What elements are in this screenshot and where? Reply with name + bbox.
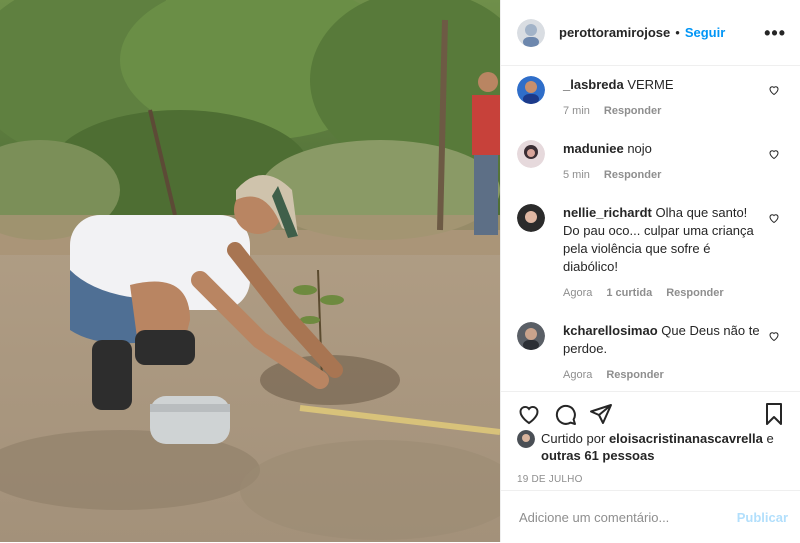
comment-username[interactable]: maduniee bbox=[563, 141, 624, 156]
comment-meta: 7 min Responder bbox=[563, 102, 674, 120]
reply-button[interactable]: Responder bbox=[666, 284, 723, 302]
heart-icon[interactable] bbox=[768, 330, 780, 342]
likes-text: Curtido por eloisacristinanascavrella e … bbox=[541, 430, 786, 464]
comment-meta: Agora Responder bbox=[563, 366, 762, 384]
share-icon[interactable] bbox=[589, 402, 613, 426]
avatar-image bbox=[517, 430, 535, 448]
avatar-image bbox=[517, 18, 545, 47]
comment-username[interactable]: _lasbreda bbox=[563, 77, 624, 92]
comment-icon[interactable] bbox=[553, 402, 577, 426]
comment-item: nellie_richardt Olha que santo! Do pau o… bbox=[517, 204, 786, 302]
add-comment-bar: Publicar bbox=[501, 490, 800, 543]
comment-text: VERME bbox=[627, 77, 674, 92]
heart-icon[interactable] bbox=[768, 148, 780, 160]
likes-prefix: Curtido por bbox=[541, 431, 606, 446]
comment-body: kcharellosimao Que Deus não te perdoe. A… bbox=[563, 322, 762, 384]
likes-conjunction: e bbox=[766, 431, 774, 446]
heart-icon[interactable] bbox=[768, 84, 780, 96]
comment-avatar[interactable] bbox=[517, 76, 545, 104]
heart-icon[interactable] bbox=[517, 402, 541, 426]
separator-dot: • bbox=[675, 25, 680, 40]
avatar-image bbox=[517, 140, 545, 168]
comment-time[interactable]: 7 min bbox=[563, 102, 590, 120]
avatar-image bbox=[517, 204, 545, 232]
follow-button[interactable]: Seguir bbox=[685, 25, 725, 40]
reply-button[interactable]: Responder bbox=[604, 166, 661, 184]
action-icons bbox=[501, 392, 800, 426]
comment-username[interactable]: nellie_richardt bbox=[563, 205, 652, 220]
post-sidebar: perottoramirojose • Seguir ••• _lasbreda… bbox=[500, 0, 800, 542]
avatar-image bbox=[517, 76, 545, 104]
comment-body: _lasbreda VERME 7 min Responder bbox=[563, 76, 674, 120]
comment-item: _lasbreda VERME 7 min Responder bbox=[517, 76, 786, 120]
comment-input[interactable] bbox=[517, 508, 737, 526]
post-actions: Curtido por eloisacristinanascavrella e … bbox=[501, 391, 800, 543]
avatar-image bbox=[517, 322, 545, 350]
heart-icon[interactable] bbox=[768, 212, 780, 224]
comment-likes-count[interactable]: 1 curtida bbox=[606, 284, 652, 302]
post-date[interactable]: 19 DE JULHO bbox=[501, 464, 800, 485]
author-avatar[interactable] bbox=[517, 18, 545, 47]
comments-list: _lasbreda VERME 7 min Responder maduniee… bbox=[501, 76, 800, 384]
comment-time[interactable]: 5 min bbox=[563, 166, 590, 184]
liker-avatar[interactable] bbox=[517, 430, 535, 448]
comment-avatar[interactable] bbox=[517, 204, 545, 232]
photo-illustration bbox=[0, 0, 500, 542]
comment-text: nojo bbox=[627, 141, 652, 156]
comment-time[interactable]: Agora bbox=[563, 284, 592, 302]
comment-meta: Agora 1 curtida Responder bbox=[563, 284, 762, 302]
reply-button[interactable]: Responder bbox=[604, 102, 661, 120]
likes-others[interactable]: outras 61 pessoas bbox=[541, 448, 654, 463]
publish-button[interactable]: Publicar bbox=[737, 510, 788, 525]
comment-item: kcharellosimao Que Deus não te perdoe. A… bbox=[517, 322, 786, 384]
comment-body: nellie_richardt Olha que santo! Do pau o… bbox=[563, 204, 762, 302]
post-photo[interactable] bbox=[0, 0, 500, 542]
comment-time[interactable]: Agora bbox=[563, 366, 592, 384]
bookmark-icon[interactable] bbox=[762, 402, 786, 426]
more-icon[interactable]: ••• bbox=[764, 24, 786, 42]
comment-item: maduniee nojo 5 min Responder bbox=[517, 140, 786, 184]
reply-button[interactable]: Responder bbox=[606, 366, 663, 384]
liker-username[interactable]: eloisacristinanascavrella bbox=[609, 431, 763, 446]
comment-meta: 5 min Responder bbox=[563, 166, 661, 184]
comment-username[interactable]: kcharellosimao bbox=[563, 323, 658, 338]
comment-body: maduniee nojo 5 min Responder bbox=[563, 140, 661, 184]
comment-avatar[interactable] bbox=[517, 140, 545, 168]
comment-avatar[interactable] bbox=[517, 322, 545, 350]
instagram-post: perottoramirojose • Seguir ••• _lasbreda… bbox=[0, 0, 800, 542]
author-username[interactable]: perottoramirojose bbox=[559, 25, 670, 40]
likes-summary: Curtido por eloisacristinanascavrella e … bbox=[501, 426, 800, 464]
post-header: perottoramirojose • Seguir ••• bbox=[501, 0, 800, 66]
